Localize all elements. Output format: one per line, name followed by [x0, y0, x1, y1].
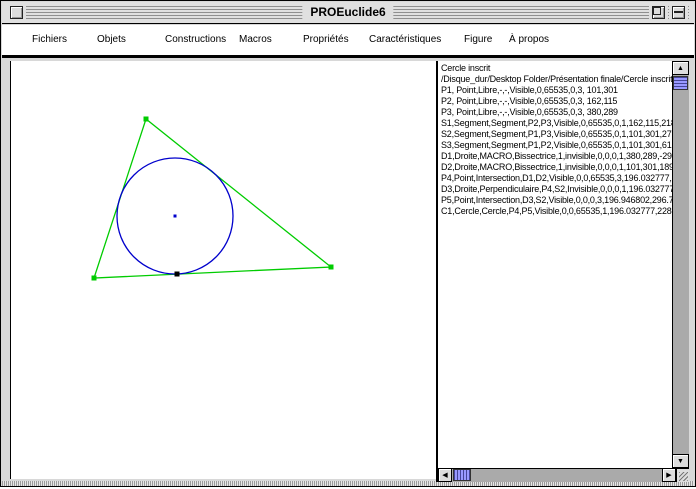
object-line-s3: S3,Segment,Segment,P1,P2,Visible,0,65535…: [441, 140, 672, 151]
point-p3-marker[interactable]: [329, 265, 334, 270]
scroll-down-icon[interactable]: ▼: [672, 454, 689, 468]
app-window: PROEuclide6 Fichiers Objets Construction…: [0, 0, 696, 487]
menu-objets[interactable]: Objets: [97, 34, 126, 45]
figure-description-panel: Cercle inscrit /Disque_dur/Desktop Folde…: [436, 61, 689, 482]
object-line-p5: P5,Point,Intersection,D3,S2,Visible,0,0,…: [441, 195, 672, 206]
object-line-p2: P2, Point,Libre,-,-,Visible,0,65535,0,3,…: [441, 96, 672, 107]
point-p1-marker[interactable]: [92, 276, 97, 281]
object-line-p4: P4,Point,Intersection,D1,D2,Visible,0,0,…: [441, 173, 672, 184]
scroll-left-icon[interactable]: ◀: [438, 468, 452, 482]
horizontal-scroll-thumb[interactable]: [453, 469, 471, 481]
scroll-right-icon[interactable]: ▶: [662, 468, 676, 482]
tangent-p5-marker[interactable]: [175, 272, 180, 277]
menu-fichiers[interactable]: Fichiers: [32, 34, 67, 45]
object-line-d2: D2,Droite,MACRO,Bissectrice,1,invisible,…: [441, 162, 672, 173]
object-line-s1: S1,Segment,Segment,P2,P3,Visible,0,65535…: [441, 118, 672, 129]
zoom-box-icon[interactable]: [652, 6, 665, 19]
menu-constructions[interactable]: Constructions: [165, 34, 226, 45]
horizontal-scrollbar[interactable]: ◀ ▶: [438, 468, 676, 482]
geometry-canvas[interactable]: [10, 61, 436, 479]
resize-grip-icon[interactable]: [676, 468, 689, 482]
geometry-svg[interactable]: [11, 61, 437, 479]
object-line-p1: P1, Point,Libre,-,-,Visible,0,65535,0,3,…: [441, 85, 672, 96]
menu-a-propos[interactable]: À propos: [509, 34, 549, 45]
figure-file-path: /Disque_dur/Desktop Folder/Présentation …: [441, 74, 672, 85]
figure-name: Cercle inscrit: [441, 63, 672, 74]
object-line-p3: P3, Point,Libre,-,-,Visible,0,65535,0,3,…: [441, 107, 672, 118]
menu-caracteristiques[interactable]: Caractéristiques: [369, 34, 441, 45]
vertical-scrollbar[interactable]: ▲ ▼: [672, 61, 689, 468]
close-box-icon[interactable]: [10, 6, 23, 19]
object-line-d3: D3,Droite,Perpendiculaire,P4,S2,Invisibl…: [441, 184, 672, 195]
triangle-p1p2p3[interactable]: [94, 119, 331, 278]
menu-proprietes[interactable]: Propriétés: [303, 34, 349, 45]
vertical-scroll-thumb[interactable]: [673, 76, 688, 90]
point-p2-marker[interactable]: [144, 117, 149, 122]
object-line-s2: S2,Segment,Segment,P1,P3,Visible,0,65535…: [441, 129, 672, 140]
title-bar[interactable]: PROEuclide6: [2, 2, 694, 24]
scroll-up-icon[interactable]: ▲: [672, 61, 689, 75]
object-line-d1: D1,Droite,MACRO,Bissectrice,1,invisible,…: [441, 151, 672, 162]
menu-bar: Fichiers Objets Constructions Macros Pro…: [2, 25, 694, 58]
description-text: Cercle inscrit /Disque_dur/Desktop Folde…: [438, 61, 672, 468]
incenter-p4-marker[interactable]: [174, 215, 177, 218]
menu-figure[interactable]: Figure: [464, 34, 492, 45]
window-title: PROEuclide6: [302, 5, 393, 19]
collapse-box-icon[interactable]: [672, 6, 685, 19]
object-line-c1: C1,Cercle,Cercle,P4,P5,Visible,0,0,65535…: [441, 206, 672, 217]
content-area: Cercle inscrit /Disque_dur/Desktop Folde…: [2, 61, 694, 487]
menu-macros[interactable]: Macros: [239, 34, 272, 45]
